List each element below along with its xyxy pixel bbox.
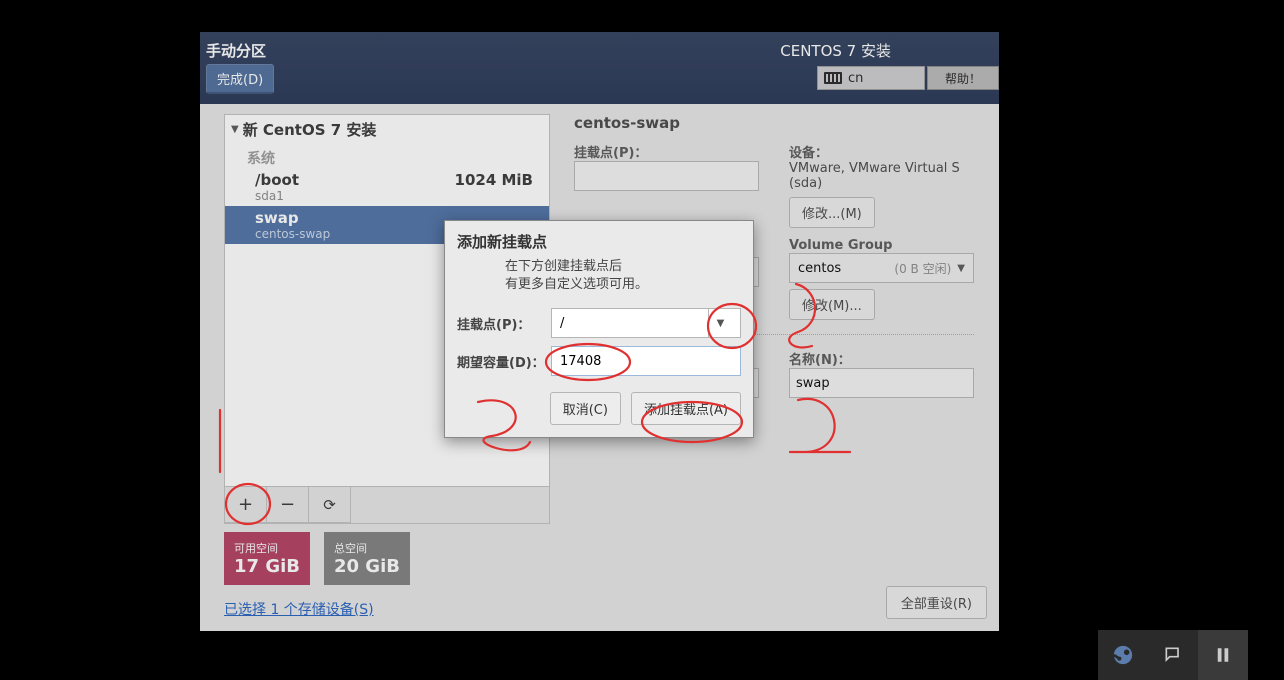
- add-partition-button[interactable]: +: [225, 487, 267, 523]
- dialog-mount-value: /: [560, 316, 708, 331]
- device-value: VMware, VMware Virtual S (sda): [789, 161, 974, 191]
- dialog-capacity-input[interactable]: [551, 346, 741, 376]
- tree-header[interactable]: ▼ 新 CentOS 7 安装: [225, 115, 549, 144]
- name-input[interactable]: [789, 368, 974, 398]
- chevron-down-icon: ▼: [231, 124, 239, 135]
- space-summary: 可用空间 17 GiB 总空间 20 GiB: [224, 532, 550, 585]
- tree-item-mount: swap: [255, 209, 299, 227]
- remove-partition-button[interactable]: −: [267, 487, 309, 523]
- mountpoint-input[interactable]: [574, 161, 759, 191]
- topbar: 手动分区 完成(D) CENTOS 7 安装 cn 帮助！: [200, 32, 999, 104]
- free-space-label: 可用空间: [234, 540, 300, 556]
- dialog-subtitle: 在下方创建挂载点后 有更多自定义选项可用。: [445, 252, 753, 304]
- partition-toolbar: + − ⟳: [225, 486, 549, 523]
- tree-section-system: 系统: [225, 144, 549, 168]
- mountpoint-label: 挂载点(P)：: [574, 142, 759, 161]
- taskbar-shield-icon[interactable]: [1198, 630, 1248, 680]
- add-mountpoint-dialog: 添加新挂载点 在下方创建挂载点后 有更多自定义选项可用。 挂载点(P)： / ▼…: [444, 220, 754, 438]
- dialog-mount-combo[interactable]: / ▼: [551, 308, 741, 338]
- total-space-value: 20 GiB: [334, 556, 400, 577]
- taskbar-steam-icon[interactable]: [1098, 630, 1148, 680]
- tree-item-size: 1024 MiB: [455, 171, 533, 189]
- taskbar: [1098, 630, 1248, 680]
- tree-item-mount: /boot: [255, 171, 299, 189]
- refresh-button[interactable]: ⟳: [309, 487, 351, 523]
- keyboard-layout-selector[interactable]: cn: [817, 66, 925, 90]
- free-space-card: 可用空间 17 GiB: [224, 532, 310, 585]
- modify-vg-button[interactable]: 修改(M)...: [789, 289, 875, 320]
- page-title: 手动分区: [206, 40, 266, 61]
- done-button[interactable]: 完成(D): [206, 64, 274, 94]
- reset-all-button[interactable]: 全部重设(R): [886, 586, 987, 619]
- total-space-card: 总空间 20 GiB: [324, 532, 410, 585]
- device-label: 设备：: [789, 142, 974, 161]
- dialog-title: 添加新挂载点: [445, 221, 753, 252]
- dialog-mount-label: 挂载点(P)：: [457, 314, 551, 333]
- dialog-cancel-button[interactable]: 取消(C): [550, 392, 621, 425]
- volume-group-name: centos: [798, 261, 841, 276]
- install-title: CENTOS 7 安装: [780, 40, 891, 61]
- chevron-down-icon: ▼: [957, 263, 965, 274]
- volume-group-select[interactable]: centos (0 B 空闲) ▼: [789, 253, 974, 283]
- storage-devices-link[interactable]: 已选择 1 个存储设备(S): [224, 599, 550, 619]
- tree-item-boot[interactable]: 1024 MiB /boot sda1: [225, 168, 549, 206]
- chevron-down-icon[interactable]: ▼: [708, 309, 732, 337]
- name-label: 名称(N)：: [789, 349, 974, 368]
- taskbar-chat-icon[interactable]: [1148, 630, 1198, 680]
- volume-group-label: Volume Group: [789, 238, 974, 253]
- keyboard-layout-label: cn: [848, 71, 863, 86]
- help-button[interactable]: 帮助！: [927, 66, 999, 90]
- dialog-capacity-label: 期望容量(D)：: [457, 352, 551, 371]
- total-space-label: 总空间: [334, 540, 400, 556]
- tree-header-label: 新 CentOS 7 安装: [243, 119, 377, 140]
- volume-group-free: (0 B 空闲): [894, 260, 951, 277]
- modify-device-button[interactable]: 修改...(M): [789, 197, 875, 228]
- keyboard-icon: [824, 72, 842, 84]
- tree-item-device: sda1: [255, 189, 541, 203]
- dialog-add-button[interactable]: 添加挂载点(A): [631, 392, 741, 425]
- selected-partition-title: centos-swap: [574, 114, 974, 132]
- free-space-value: 17 GiB: [234, 556, 300, 577]
